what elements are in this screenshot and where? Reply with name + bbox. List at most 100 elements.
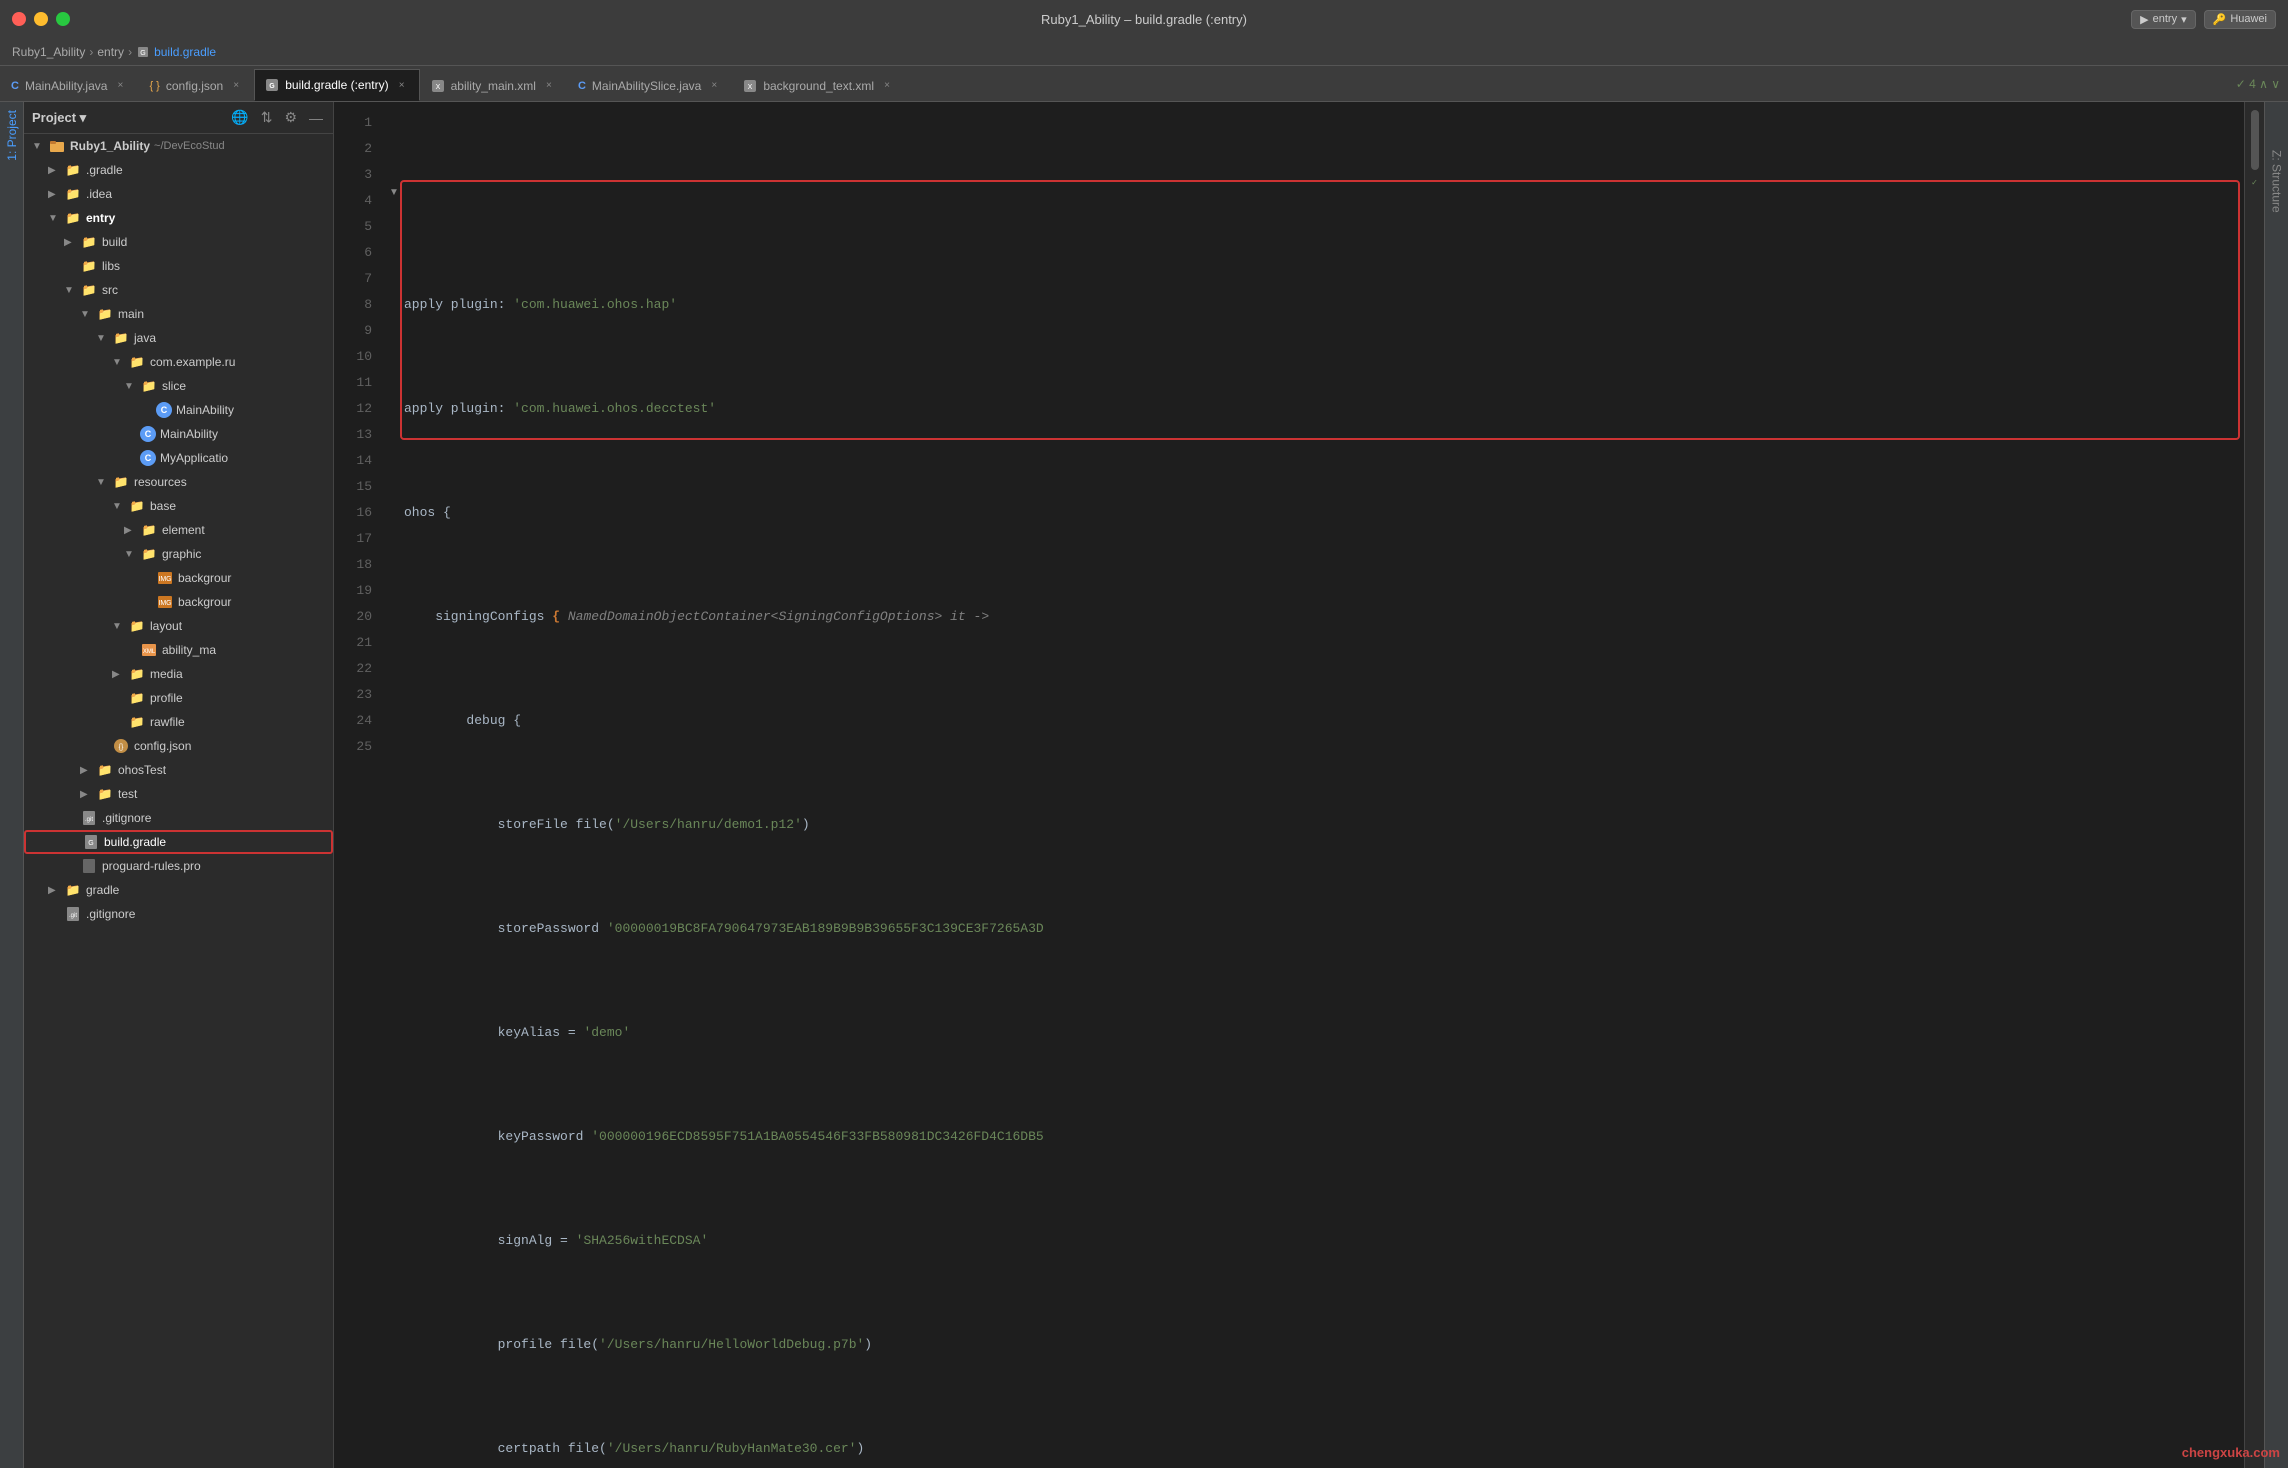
sidebar-item-entry[interactable]: ▼ 📁 entry xyxy=(24,206,333,230)
scrollbar-thumb[interactable] xyxy=(2251,110,2259,170)
tab-mainability-java[interactable]: C MainAbility.java × xyxy=(0,69,138,101)
sidebar-item-libs[interactable]: ▶ 📁 libs xyxy=(24,254,333,278)
sidebar-item-resources[interactable]: ▼ 📁 resources xyxy=(24,470,333,494)
sidebar-icon-globe[interactable]: 🌐 xyxy=(229,107,250,128)
structure-tab[interactable]: Z: Structure xyxy=(2270,150,2284,213)
code-area[interactable]: apply plugin: 'com.huawei.ohos.hap' appl… xyxy=(404,102,2264,1468)
left-toolbar: 1: Project xyxy=(0,102,24,1468)
tab-close-6[interactable]: × xyxy=(880,79,894,93)
xml-file-icon: XML xyxy=(141,642,157,658)
sidebar-icon-gear[interactable]: ⚙ xyxy=(282,107,299,128)
sidebar-item-java[interactable]: ▼ 📁 java xyxy=(24,326,333,350)
sidebar-item-gradle-dir[interactable]: ▶ 📁 .gradle xyxy=(24,158,333,182)
code-line-11: profile file('/Users/hanru/HelloWorldDeb… xyxy=(404,1332,2248,1358)
sidebar-item-ohostest[interactable]: ▶ 📁 ohosTest xyxy=(24,758,333,782)
sidebar-item-main[interactable]: ▼ 📁 main xyxy=(24,302,333,326)
huawei-button[interactable]: 🔑 Huawei xyxy=(2204,10,2276,29)
image-file-icon-1: IMG xyxy=(157,570,173,586)
build-gradle-icon: G xyxy=(83,834,99,850)
gradle-tab-icon: G xyxy=(265,78,279,92)
sidebar-icon-minimize[interactable]: — xyxy=(307,108,325,128)
code-line-10: signAlg = 'SHA256withECDSA' xyxy=(404,1228,2248,1254)
sidebar-item-gradle-folder[interactable]: ▶ 📁 gradle xyxy=(24,878,333,902)
tab-close-1[interactable]: × xyxy=(113,79,127,93)
svg-text:.git: .git xyxy=(85,817,93,823)
tabs-bar: C MainAbility.java × { } config.json × G… xyxy=(0,66,2288,102)
xml-tab-icon-2: X xyxy=(743,79,757,93)
project-folder-icon xyxy=(49,138,65,154)
sidebar-item-proguard[interactable]: ▶ proguard-rules.pro xyxy=(24,854,333,878)
code-line-3: ohos { xyxy=(404,500,2248,526)
sidebar-item-rawfile[interactable]: ▶ 📁 rawfile xyxy=(24,710,333,734)
sidebar-item-test[interactable]: ▶ 📁 test xyxy=(24,782,333,806)
titlebar-buttons xyxy=(12,12,70,26)
breadcrumb-part-1[interactable]: Ruby1_Ability xyxy=(12,45,85,59)
sidebar-item-slice[interactable]: ▼ 📁 slice xyxy=(24,374,333,398)
code-line-5: debug { xyxy=(404,708,2248,734)
sidebar-item-profile[interactable]: ▶ 📁 profile xyxy=(24,686,333,710)
svg-text:X: X xyxy=(748,84,753,91)
sidebar: Project ▾ 🌐 ⇅ ⚙ — ▼ Ruby1_Ability ~/DevE… xyxy=(24,102,334,1468)
titlebar-actions: ▶ entry ▾ 🔑 Huawei xyxy=(2131,10,2276,29)
sidebar-item-gitignore-root[interactable]: ▶ .git .gitignore xyxy=(24,902,333,926)
sidebar-item-build[interactable]: ▶ 📁 build xyxy=(24,230,333,254)
right-sidebar: Z: Structure xyxy=(2264,102,2288,1468)
project-tab[interactable]: 1: Project xyxy=(5,110,19,161)
project-header-label: Project ▾ xyxy=(32,110,86,126)
sidebar-item-graphic[interactable]: ▼ 📁 graphic xyxy=(24,542,333,566)
sidebar-item-mainabilityslice[interactable]: ▶ C MainAbility xyxy=(24,398,333,422)
window-title: Ruby1_Ability – build.gradle (:entry) xyxy=(1041,12,1247,27)
sidebar-item-element[interactable]: ▶ 📁 element xyxy=(24,518,333,542)
tab-close-5[interactable]: × xyxy=(707,79,721,93)
sidebar-tree: ▼ Ruby1_Ability ~/DevEcoStud ▶ 📁 .gradle… xyxy=(24,134,333,1468)
svg-text:IMG: IMG xyxy=(158,576,171,583)
entry-dropdown[interactable]: ▶ entry ▾ xyxy=(2131,10,2195,29)
maximize-button[interactable] xyxy=(56,12,70,26)
svg-text:G: G xyxy=(269,83,275,90)
sidebar-icon-arrows[interactable]: ⇅ xyxy=(259,107,275,128)
sidebar-item-gitignore-1[interactable]: ▶ .git .gitignore xyxy=(24,806,333,830)
tab-close-4[interactable]: × xyxy=(542,79,556,93)
tab-ability-main-xml[interactable]: X ability_main.xml × xyxy=(420,69,567,101)
close-button[interactable] xyxy=(12,12,26,26)
tab-config-json[interactable]: { } config.json × xyxy=(138,69,254,101)
gitignore-icon-root: .git xyxy=(65,906,81,922)
breadcrumb-part-3[interactable]: build.gradle xyxy=(154,45,216,59)
breadcrumb-part-2[interactable]: entry xyxy=(97,45,124,59)
svg-text:.git: .git xyxy=(69,913,77,919)
main-layout: 1: Project Project ▾ 🌐 ⇅ ⚙ — ▼ Ruby1_Abi… xyxy=(0,102,2288,1468)
java-file-icon: C xyxy=(11,80,19,92)
sidebar-item-build-gradle[interactable]: ▶ G build.gradle xyxy=(24,830,333,854)
java-file-icon-2: C xyxy=(578,80,586,92)
editor-content[interactable]: 1 2 3 4 5 6 7 8 9 10 11 12 13 14 15 16 1… xyxy=(334,102,2264,1468)
sidebar-item-layout[interactable]: ▼ 📁 layout xyxy=(24,614,333,638)
tab-close-3[interactable]: × xyxy=(395,78,409,92)
minimize-button[interactable] xyxy=(34,12,48,26)
sidebar-item-com-example[interactable]: ▼ 📁 com.example.ru xyxy=(24,350,333,374)
sidebar-item-src[interactable]: ▼ 📁 src xyxy=(24,278,333,302)
svg-text:{}: {} xyxy=(119,744,124,751)
sidebar-item-mainability[interactable]: ▶ C MainAbility xyxy=(24,422,333,446)
gutter: ▼ xyxy=(384,102,404,1468)
sidebar-item-backgrour-1[interactable]: ▶ IMG backgrour xyxy=(24,566,333,590)
tab-background-text-xml[interactable]: X background_text.xml × xyxy=(732,69,905,101)
tab-close-2[interactable]: × xyxy=(229,79,243,93)
tab-build-gradle[interactable]: G build.gradle (:entry) × xyxy=(254,69,419,101)
tab-mainabilityslice-java[interactable]: C MainAbilitySlice.java × xyxy=(567,69,732,101)
code-line-1: apply plugin: 'com.huawei.ohos.hap' xyxy=(404,292,2248,318)
svg-text:G: G xyxy=(88,840,93,847)
sidebar-header: Project ▾ 🌐 ⇅ ⚙ — xyxy=(24,102,333,134)
sidebar-item-backgrour-2[interactable]: ▶ IMG backgrour xyxy=(24,590,333,614)
sidebar-item-root[interactable]: ▼ Ruby1_Ability ~/DevEcoStud xyxy=(24,134,333,158)
tab-counter: ✓ 4 ∧ ∨ xyxy=(2228,77,2288,91)
sidebar-item-base[interactable]: ▼ 📁 base xyxy=(24,494,333,518)
scrollbar-gutter: ✓ xyxy=(2244,102,2264,1468)
json-file-icon: {} xyxy=(113,738,129,754)
line-numbers: 1 2 3 4 5 6 7 8 9 10 11 12 13 14 15 16 1… xyxy=(334,102,384,1468)
sidebar-item-idea[interactable]: ▶ 📁 .idea xyxy=(24,182,333,206)
sidebar-item-config-json[interactable]: ▶ {} config.json xyxy=(24,734,333,758)
sidebar-item-media[interactable]: ▶ 📁 media xyxy=(24,662,333,686)
proguard-icon xyxy=(81,858,97,874)
sidebar-item-myapplication[interactable]: ▶ C MyApplicatio xyxy=(24,446,333,470)
sidebar-item-ability-ma[interactable]: ▶ XML ability_ma xyxy=(24,638,333,662)
